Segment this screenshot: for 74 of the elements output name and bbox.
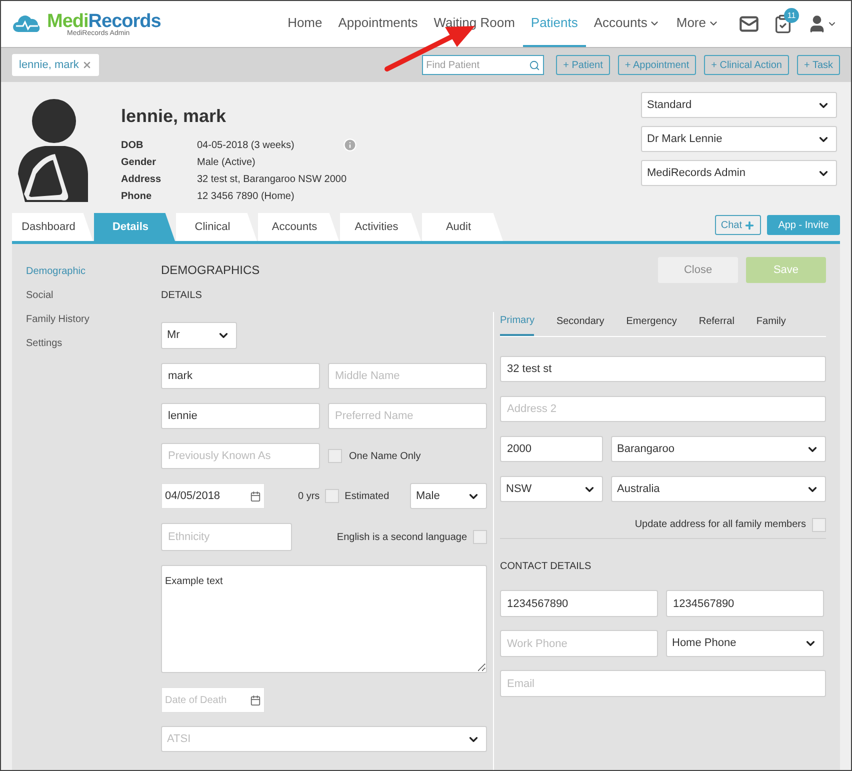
notes-field[interactable]: Example text bbox=[161, 565, 487, 673]
calendar-icon bbox=[250, 490, 261, 502]
checkbox[interactable] bbox=[324, 489, 339, 503]
previous-name-field[interactable]: Previously Known As bbox=[161, 443, 320, 469]
last-name-field[interactable]: lennie bbox=[161, 403, 320, 429]
plus-icon bbox=[744, 220, 755, 230]
address-tab[interactable]: Secondary bbox=[556, 306, 604, 336]
tab[interactable]: Dashboard bbox=[12, 213, 93, 241]
phone-field[interactable]: 1234567890 bbox=[666, 590, 824, 617]
address-field[interactable]: Address 2 bbox=[500, 396, 826, 422]
address-tab[interactable]: Family bbox=[756, 306, 786, 336]
checkbox-label: English is a second language bbox=[336, 530, 467, 544]
search-icon bbox=[529, 60, 540, 70]
country-select[interactable]: Australia bbox=[611, 476, 826, 502]
address-tab[interactable]: Emergency bbox=[626, 306, 677, 336]
checkbox[interactable] bbox=[812, 518, 826, 532]
postcode-field[interactable]: 2000 bbox=[500, 436, 603, 462]
mail-icon[interactable] bbox=[739, 14, 759, 34]
nav-link[interactable]: More bbox=[676, 13, 706, 33]
field-value: 32 test st, Barangaroo NSW 2000 bbox=[197, 173, 347, 187]
phone-field[interactable]: 1234567890 bbox=[500, 590, 658, 617]
dropdown[interactable]: Dr Mark Lennie bbox=[641, 126, 837, 152]
address-tab[interactable]: Referral bbox=[698, 306, 734, 336]
checkbox[interactable] bbox=[473, 530, 487, 544]
phone-type-select[interactable]: Home Phone bbox=[666, 630, 824, 657]
calendar-icon bbox=[250, 694, 261, 706]
nav-link[interactable]: Accounts bbox=[594, 13, 648, 33]
tab[interactable]: Activities bbox=[340, 213, 421, 241]
dob-field[interactable]: 04/05/2018 bbox=[161, 483, 265, 509]
preferred-name-field[interactable]: Preferred Name bbox=[328, 403, 487, 429]
info-icon[interactable] bbox=[343, 138, 357, 152]
nav-link[interactable]: Appointments bbox=[338, 13, 418, 33]
ethnicity-field[interactable]: Ethnicity bbox=[161, 523, 292, 551]
sidebar-link[interactable]: Settings bbox=[26, 336, 161, 351]
tab[interactable]: Audit bbox=[422, 213, 503, 241]
field-label: Gender bbox=[121, 156, 158, 170]
suburb-select[interactable]: Barangaroo bbox=[611, 436, 826, 462]
dropdown[interactable]: Standard bbox=[641, 92, 837, 118]
field-label: Phone bbox=[121, 190, 153, 204]
section-heading: CONTACT DETAILS bbox=[500, 560, 592, 574]
state-select[interactable]: NSW bbox=[500, 476, 603, 502]
field-value: 12 3456 7890 (Home) bbox=[197, 190, 296, 204]
nav-link[interactable]: Waiting Room bbox=[434, 13, 515, 33]
tab[interactable]: Accounts bbox=[258, 213, 339, 241]
patient-name: lennie, mark bbox=[121, 105, 228, 128]
field-label: DOB bbox=[121, 139, 144, 153]
first-name-field[interactable]: mark bbox=[161, 363, 320, 389]
checkbox-label: One Name Only bbox=[349, 450, 421, 464]
checkbox-label: Update address for all family members bbox=[634, 518, 806, 532]
section-heading: DETAILS bbox=[161, 289, 203, 303]
nav-link[interactable]: Home bbox=[288, 13, 322, 33]
title-select[interactable]: Mr bbox=[161, 322, 237, 349]
age-label: 0 yrs bbox=[298, 490, 320, 504]
search-input[interactable]: Find Patient bbox=[426, 58, 530, 72]
work-phone-field[interactable]: Work Phone bbox=[500, 630, 658, 657]
checkbox-label: Estimated bbox=[344, 490, 390, 504]
search-field[interactable]: Find Patient bbox=[422, 55, 544, 75]
brand-name: MediRecords bbox=[47, 10, 161, 32]
close-icon[interactable] bbox=[82, 60, 92, 70]
sidebar-link[interactable]: Family History bbox=[26, 312, 161, 327]
gender-select[interactable]: Male bbox=[410, 483, 487, 509]
address-field[interactable]: 32 test st bbox=[500, 356, 826, 382]
tasks-badge: 11 bbox=[784, 8, 799, 23]
section-title: DEMOGRAPHICS bbox=[161, 262, 260, 279]
patient-chip[interactable]: lennie, mark bbox=[12, 54, 99, 76]
checkbox[interactable] bbox=[328, 449, 342, 463]
email-field[interactable]: Email bbox=[500, 670, 826, 697]
dropdown[interactable]: MediRecords Admin bbox=[641, 160, 837, 186]
middle-name-field[interactable]: Middle Name bbox=[328, 363, 487, 389]
field-value: Male (Active) bbox=[197, 156, 256, 170]
sidebar-link[interactable]: Social bbox=[26, 288, 161, 303]
tab[interactable]: Clinical bbox=[176, 213, 257, 241]
field-label: Address bbox=[121, 173, 162, 187]
field-value: 04-05-2018 (3 weeks) bbox=[197, 139, 296, 153]
